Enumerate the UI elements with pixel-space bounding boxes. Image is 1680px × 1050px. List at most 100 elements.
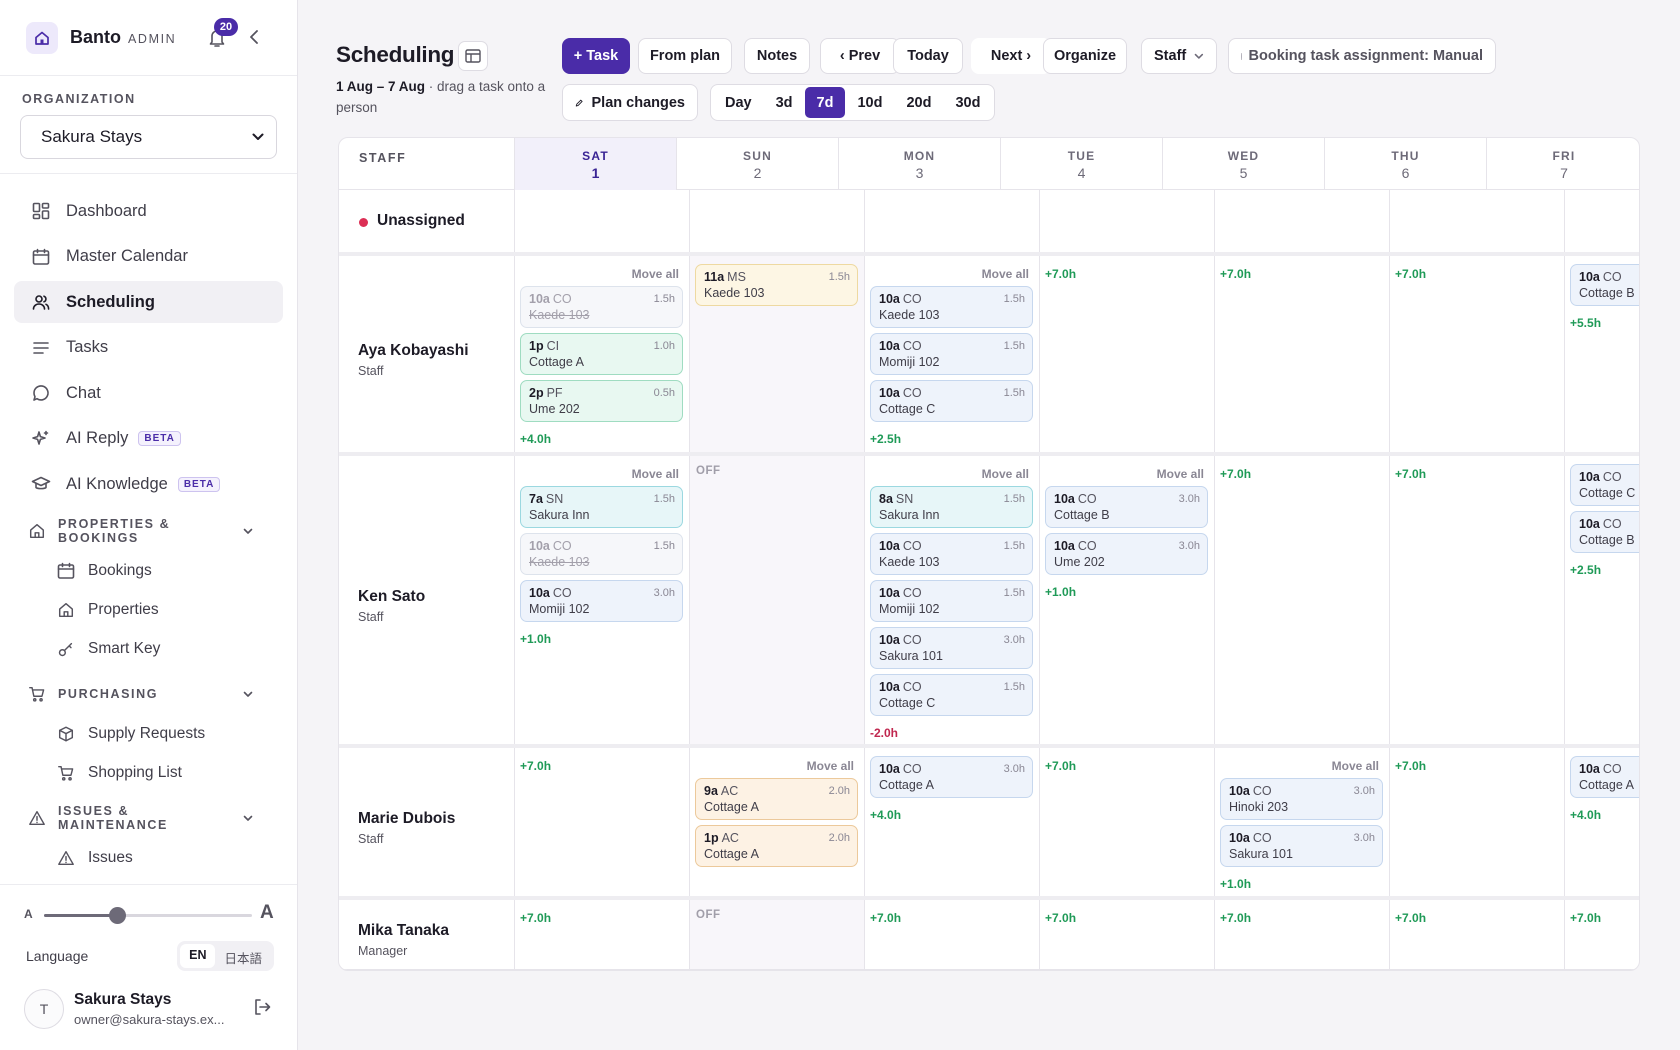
- organization-select[interactable]: Sakura Stays: [20, 115, 277, 159]
- schedule-cell-tue[interactable]: +7.0h: [1039, 748, 1214, 896]
- from-plan-button[interactable]: From plan: [638, 38, 732, 74]
- schedule-cell-thu[interactable]: +7.0h: [1389, 456, 1564, 744]
- unassigned-cell-wed[interactable]: [1214, 190, 1389, 252]
- table-view-icon[interactable]: [458, 41, 488, 71]
- avatar[interactable]: T: [24, 989, 64, 1029]
- task-card[interactable]: 10a CO Momiji 102 1.5h: [870, 580, 1033, 622]
- schedule-cell-fri[interactable]: 10a CO Cottage C 10a CO Cottage B +2.5h: [1564, 456, 1639, 744]
- schedule-cell-sun[interactable]: 11a MS Kaede 103 1.5h: [689, 256, 864, 452]
- task-card[interactable]: 11a MS Kaede 103 1.5h: [695, 264, 858, 306]
- schedule-cell-sat[interactable]: Move all 7a SN Sakura Inn 1.5h 10a CO Kaede 103…: [514, 456, 689, 744]
- move-all-link[interactable]: Move all: [632, 467, 679, 481]
- schedule-cell-thu[interactable]: +7.0h: [1389, 900, 1564, 969]
- day-header-fri[interactable]: FRI 7: [1486, 138, 1639, 190]
- view-option-30d[interactable]: 30d: [943, 87, 992, 118]
- task-card[interactable]: 10a CO Hinoki 203 3.0h: [1220, 778, 1383, 820]
- day-header-thu[interactable]: THU 6: [1324, 138, 1486, 190]
- unassigned-cell-fri[interactable]: [1564, 190, 1639, 252]
- task-card[interactable]: 10a CO Cottage A 3.0h: [870, 756, 1033, 798]
- slider-thumb[interactable]: [108, 907, 126, 924]
- sidebar-item-shopping-list[interactable]: Shopping List: [14, 753, 283, 792]
- logout-icon[interactable]: [252, 997, 272, 1022]
- schedule-cell-tue[interactable]: Move all 10a CO Cottage B 3.0h 10a CO Ume 202 3.…: [1039, 456, 1214, 744]
- schedule-cell-fri[interactable]: +7.0h: [1564, 900, 1639, 969]
- sidebar-item-master-calendar[interactable]: Master Calendar: [14, 236, 283, 278]
- sidebar-item-properties[interactable]: Properties: [14, 590, 283, 629]
- schedule-cell-mon[interactable]: +7.0h: [864, 900, 1039, 969]
- add-task-button[interactable]: + Task: [562, 38, 630, 74]
- section-issues-maintenance[interactable]: ISSUES & MAINTENANCE: [14, 798, 283, 838]
- day-header-sun[interactable]: SUN 2: [676, 138, 838, 190]
- today-button[interactable]: Today: [893, 38, 963, 74]
- day-header-mon[interactable]: MON 3: [838, 138, 1000, 190]
- view-option-10d[interactable]: 10d: [845, 87, 894, 118]
- schedule-cell-mon[interactable]: 10a CO Cottage A 3.0h +4.0h: [864, 748, 1039, 896]
- schedule-cell-sat[interactable]: +7.0h: [514, 900, 689, 969]
- unassigned-cell-tue[interactable]: [1039, 190, 1214, 252]
- unassigned-cell-thu[interactable]: [1389, 190, 1564, 252]
- day-header-sat[interactable]: SAT 1: [514, 138, 676, 190]
- task-card[interactable]: 8a SN Sakura Inn 1.5h: [870, 486, 1033, 528]
- task-card[interactable]: 10a CO Cottage C 1.5h: [870, 380, 1033, 422]
- schedule-cell-sat[interactable]: +7.0h: [514, 748, 689, 896]
- task-card[interactable]: 2p PF Ume 202 0.5h: [520, 380, 683, 422]
- schedule-cell-sun[interactable]: OFF: [689, 900, 864, 969]
- prev-button[interactable]: ‹ Prev: [820, 38, 900, 74]
- schedule-cell-tue[interactable]: +7.0h: [1039, 256, 1214, 452]
- lang-en-option[interactable]: EN: [180, 944, 216, 968]
- plan-changes-button[interactable]: Plan changes: [562, 84, 698, 121]
- sidebar-item-tasks[interactable]: Tasks: [14, 327, 283, 369]
- task-card[interactable]: 10a CO Cottage B: [1570, 511, 1639, 553]
- sidebar-item-chat[interactable]: Chat: [14, 372, 283, 414]
- sidebar-item-dashboard[interactable]: Dashboard: [14, 190, 283, 232]
- task-card[interactable]: 10a CO Ume 202 3.0h: [1045, 533, 1208, 575]
- day-header-wed[interactable]: WED 5: [1162, 138, 1324, 190]
- chevron-left-icon[interactable]: [248, 28, 260, 51]
- lang-ja-option[interactable]: 日本語: [215, 944, 271, 968]
- schedule-cell-wed[interactable]: +7.0h: [1214, 456, 1389, 744]
- unassigned-cell-sat[interactable]: [514, 190, 689, 252]
- schedule-cell-wed[interactable]: Move all 10a CO Hinoki 203 3.0h 10a CO Sakura 1…: [1214, 748, 1389, 896]
- task-card[interactable]: 1p AC Cottage A 2.0h: [695, 825, 858, 867]
- task-card[interactable]: 10a CO Cottage A: [1570, 756, 1639, 798]
- sidebar-item-smart-key[interactable]: Smart Key: [14, 629, 283, 668]
- task-card[interactable]: 10a CO Kaede 103 1.5h: [520, 533, 683, 575]
- sidebar-item-bookings[interactable]: Bookings: [14, 551, 283, 590]
- schedule-cell-sun[interactable]: OFF: [689, 456, 864, 744]
- sidebar-item-issues[interactable]: Issues: [14, 838, 283, 877]
- move-all-link[interactable]: Move all: [982, 267, 1029, 281]
- schedule-cell-thu[interactable]: +7.0h: [1389, 256, 1564, 452]
- section-purchasing[interactable]: PURCHASING: [14, 674, 283, 714]
- task-card[interactable]: 1p CI Cottage A 1.0h: [520, 333, 683, 375]
- task-card[interactable]: 10a CO Momiji 102 1.5h: [870, 333, 1033, 375]
- task-card[interactable]: 10a CO Cottage B: [1570, 264, 1639, 306]
- schedule-cell-sat[interactable]: Move all 10a CO Kaede 103 1.5h 1p CI Cottage A1…: [514, 256, 689, 452]
- section-properties-bookings[interactable]: PROPERTIES & BOOKINGS: [14, 511, 283, 551]
- assignment-mode-pill[interactable]: Booking task assignment: Manual: [1228, 38, 1496, 74]
- task-card[interactable]: 10a CO Sakura 101 3.0h: [1220, 825, 1383, 867]
- staff-filter-button[interactable]: Staff: [1141, 38, 1217, 74]
- schedule-cell-fri[interactable]: 10a CO Cottage A +4.0h: [1564, 748, 1639, 896]
- task-card[interactable]: 10a CO Cottage B 3.0h: [1045, 486, 1208, 528]
- move-all-link[interactable]: Move all: [632, 267, 679, 281]
- move-all-link[interactable]: Move all: [982, 467, 1029, 481]
- task-card[interactable]: 10a CO Kaede 103 1.5h: [870, 533, 1033, 575]
- sidebar-item-scheduling[interactable]: Scheduling: [14, 281, 283, 323]
- day-header-tue[interactable]: TUE 4: [1000, 138, 1162, 190]
- task-card[interactable]: 10a CO Kaede 103 1.5h: [870, 286, 1033, 328]
- sidebar-item-ai-knowledge[interactable]: AI Knowledge BETA: [14, 463, 283, 505]
- notes-button[interactable]: Notes: [744, 38, 810, 74]
- view-option-7d[interactable]: 7d: [804, 87, 846, 118]
- move-all-link[interactable]: Move all: [807, 759, 854, 773]
- schedule-cell-wed[interactable]: +7.0h: [1214, 256, 1389, 452]
- move-all-link[interactable]: Move all: [1332, 759, 1379, 773]
- schedule-cell-mon[interactable]: Move all 10a CO Kaede 103 1.5h 10a CO Momiji 10…: [864, 256, 1039, 452]
- schedule-cell-tue[interactable]: +7.0h: [1039, 900, 1214, 969]
- schedule-cell-mon[interactable]: Move all 8a SN Sakura Inn 1.5h 10a CO Kaede 103…: [864, 456, 1039, 744]
- schedule-cell-sun[interactable]: Move all 9a AC Cottage A 2.0h 1p AC Cottage A 2.…: [689, 748, 864, 896]
- font-size-slider[interactable]: A A: [24, 902, 274, 925]
- organize-button[interactable]: Organize: [1043, 38, 1127, 74]
- task-card[interactable]: 10a CO Cottage C 1.5h: [870, 674, 1033, 716]
- task-card[interactable]: 7a SN Sakura Inn 1.5h: [520, 486, 683, 528]
- unassigned-cell-mon[interactable]: [864, 190, 1039, 252]
